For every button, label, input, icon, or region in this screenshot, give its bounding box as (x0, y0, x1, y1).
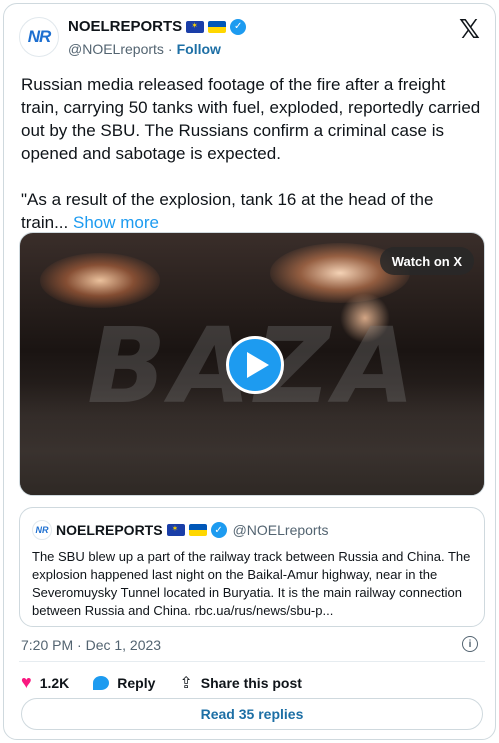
quoted-author-handle: @NOELreports (232, 522, 329, 538)
avatar-logo-text: NR (27, 27, 52, 46)
like-button[interactable]: ♥ 1.2K (21, 672, 69, 693)
tweet-paragraph: "As a result of the explosion, tank 16 a… (21, 188, 483, 234)
quoted-tweet-header: NR NOELREPORTS ✓ @NOELreports (32, 520, 329, 540)
divider (19, 661, 485, 662)
verified-badge-icon: ✓ (210, 522, 227, 538)
author-handle-row: @NOELreports · Follow (68, 41, 221, 57)
action-bar: ♥ 1.2K Reply ⇪ Share this post (21, 672, 302, 693)
separator-dot: · (167, 41, 173, 57)
eu-flag-icon (166, 524, 185, 536)
quoted-author-avatar: NR (32, 520, 52, 540)
share-button[interactable]: ⇪ Share this post (179, 673, 302, 693)
tweet-paragraph: Russian media released footage of the fi… (21, 75, 481, 163)
quoted-author-name: NOELREPORTS (56, 522, 163, 538)
ukraine-flag-icon (188, 524, 207, 536)
share-label: Share this post (200, 674, 302, 691)
read-replies-button[interactable]: Read 35 replies (21, 698, 483, 730)
post-timestamp[interactable]: 7:20 PM · Dec 1, 2023 (21, 637, 161, 653)
quoted-tweet[interactable]: NR NOELREPORTS ✓ @NOELreports The SBU bl… (19, 507, 485, 627)
follow-link[interactable]: Follow (177, 41, 221, 57)
reply-bubble-icon (93, 675, 110, 690)
video-thumbnail[interactable]: BAZA Watch on X (19, 232, 485, 496)
show-more-link[interactable]: Show more (73, 213, 159, 232)
like-count: 1.2K (39, 674, 70, 691)
reply-label: Reply (117, 674, 156, 691)
play-icon (246, 352, 269, 378)
x-logo-icon[interactable]: 𝕏 (459, 16, 481, 42)
share-icon: ⇪ (179, 674, 193, 692)
heart-icon: ♥ (21, 672, 32, 692)
eu-flag-icon (186, 20, 205, 33)
tweet-text: Russian media released footage of the fi… (21, 73, 483, 257)
reply-button[interactable]: Reply (93, 675, 155, 691)
verified-badge-icon: ✓ (230, 18, 247, 35)
quoted-tweet-text: The SBU blew up a part of the railway tr… (32, 549, 471, 618)
author-handle[interactable]: @NOELreports (68, 41, 164, 57)
author-avatar[interactable]: NR (19, 17, 59, 57)
author-name[interactable]: NOELREPORTS (68, 18, 182, 35)
ukraine-flag-icon (208, 20, 227, 33)
fire-glow (40, 253, 160, 308)
info-icon[interactable]: i (462, 636, 478, 652)
author-name-row: NOELREPORTS ✓ (68, 18, 247, 35)
play-button[interactable] (226, 336, 284, 394)
tweet-card: NR NOELREPORTS ✓ @NOELreports · Follow 𝕏… (3, 3, 496, 740)
watch-on-x-button[interactable]: Watch on X (379, 247, 474, 275)
